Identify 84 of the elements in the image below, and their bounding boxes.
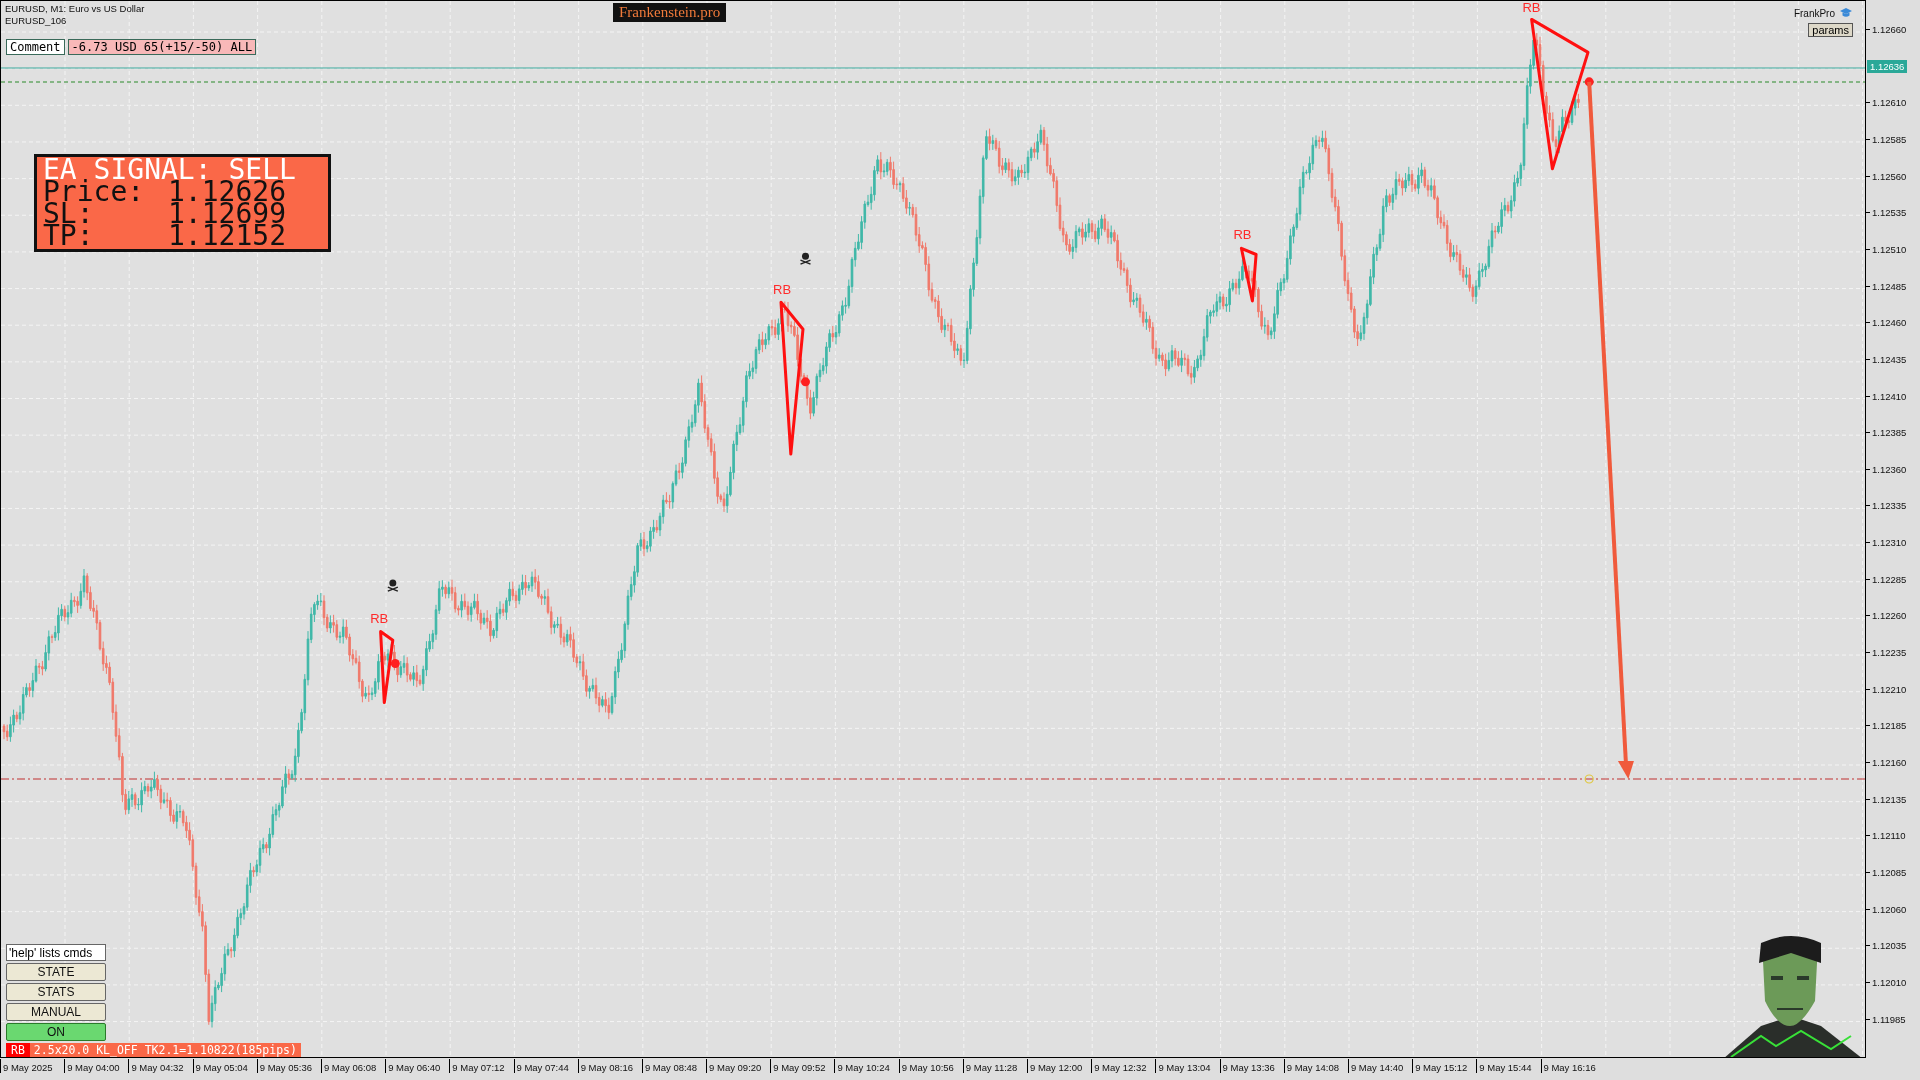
price-label: 1.12235 <box>1866 647 1907 659</box>
price-label: 1.12660 <box>1866 24 1907 35</box>
price-label: 1.12335 <box>1866 500 1907 512</box>
skull-icon <box>799 252 812 265</box>
time-label: 9 May 13:04 <box>1155 1059 1220 1073</box>
comment-value: -6.73 USD 65(+15/-50) ALL <box>67 39 257 55</box>
price-label: 1.12260 <box>1866 610 1907 622</box>
pattern-label: RB <box>1522 1 1541 15</box>
skull-icon <box>387 579 399 592</box>
account-name: FrankPro <box>1793 7 1835 19</box>
brand-label: Frankenstein.pro <box>613 3 727 22</box>
time-label: 9 May 04:32 <box>128 1059 193 1073</box>
time-label: 9 May 08:48 <box>641 1059 707 1073</box>
signal-value: 1.12152 <box>168 225 287 247</box>
time-label: 9 May 12:00 <box>1027 1059 1092 1073</box>
price-label: 1.12185 <box>1866 720 1907 732</box>
price-label: 1.12160 <box>1866 757 1907 768</box>
time-label: 9 May 09:20 <box>706 1059 771 1073</box>
command-button[interactable]: ON <box>6 1023 106 1041</box>
command-field[interactable]: 'help' lists cmds <box>6 944 106 961</box>
signal-label: TP: <box>43 225 95 247</box>
signal-value: 1.12699 <box>168 203 287 225</box>
time-label: 9 May 05:36 <box>256 1059 321 1073</box>
command-button[interactable]: MANUAL <box>6 1003 106 1021</box>
price-label: 1.12510 <box>1866 243 1907 255</box>
price-label: 1.12560 <box>1866 170 1907 182</box>
chart-subtitle: EURUSD_106 <box>5 15 68 27</box>
status-tag: RB <box>6 1043 30 1057</box>
price-label: 1.12585 <box>1866 133 1907 145</box>
time-label: 9 May 06:08 <box>320 1059 386 1073</box>
time-label: 9 May 09:52 <box>770 1059 835 1073</box>
comment-label: Comment <box>6 39 65 55</box>
price-label: 1.12035 <box>1866 940 1907 952</box>
price-label: 1.12110 <box>1866 830 1906 842</box>
marker-dot <box>1584 77 1594 87</box>
pattern-label: RB <box>1233 228 1252 243</box>
price-label: 1.12010 <box>1866 976 1907 988</box>
command-button[interactable]: STATE <box>6 963 106 981</box>
price-label: 1.11985 <box>1866 1013 1906 1025</box>
time-label: 9 May 08:16 <box>577 1059 642 1073</box>
signal-value: 1.12626 <box>168 181 286 203</box>
price-label: 1.12435 <box>1866 353 1907 365</box>
params-button[interactable]: params <box>1808 23 1853 37</box>
time-label: 9 May 05:04 <box>192 1059 257 1073</box>
time-label: 9 May 04:00 <box>64 1059 129 1073</box>
price-label: 1.12135 <box>1866 793 1907 805</box>
marker-dot <box>390 658 400 668</box>
price-label: 1.12610 <box>1866 97 1907 109</box>
current-price-tag: 1.12636 <box>1867 60 1908 73</box>
time-label: 9 May 15:12 <box>1412 1059 1477 1073</box>
time-label: 9 May 14:40 <box>1347 1059 1413 1073</box>
time-label: 9 May 06:40 <box>385 1059 450 1073</box>
price-label: 1.12460 <box>1866 317 1907 329</box>
price-label: 1.12535 <box>1866 207 1907 219</box>
time-label: 9 May 07:12 <box>449 1059 514 1073</box>
signal-label: Price: <box>43 181 145 203</box>
signal-label: SL: <box>43 203 94 225</box>
price-label: 1.12485 <box>1866 280 1907 292</box>
price-label: 1.12410 <box>1866 390 1907 402</box>
price-label: 1.12310 <box>1866 537 1907 549</box>
price-label: 1.12085 <box>1866 866 1907 878</box>
time-label: 9 May 2025 <box>0 1059 65 1073</box>
time-label: 9 May 14:08 <box>1283 1059 1348 1073</box>
time-label: 9 May 12:32 <box>1091 1059 1156 1073</box>
time-label: 9 May 11:28 <box>962 1059 1027 1073</box>
price-label: 1.12060 <box>1866 903 1907 915</box>
status-text: 2.5x20.0 KL_OFF TK2.1=1.10822(185pips) <box>32 1043 298 1057</box>
graduation-cap-icon <box>1839 7 1853 19</box>
time-label: 9 May 10:56 <box>898 1059 963 1073</box>
pattern-label: RB <box>370 611 389 626</box>
command-button[interactable]: STATS <box>6 983 106 1001</box>
time-label: 9 May 16:16 <box>1540 1059 1605 1073</box>
time-label: 9 May 07:44 <box>513 1059 578 1073</box>
price-label: 1.12285 <box>1866 573 1907 585</box>
time-label: 9 May 10:24 <box>834 1059 899 1073</box>
pattern-outline <box>1239 246 1258 303</box>
time-label: 9 May 15:44 <box>1476 1059 1541 1073</box>
price-label: 1.12210 <box>1866 683 1907 695</box>
price-label: 1.12385 <box>1866 427 1907 439</box>
pattern-label: RB <box>773 283 792 298</box>
price-label: 1.12360 <box>1866 463 1907 475</box>
time-label: 9 May 13:36 <box>1219 1059 1284 1073</box>
marker-dot <box>801 377 810 387</box>
symbol-title: EURUSD, M1: Euro vs US Dollar <box>5 3 145 15</box>
